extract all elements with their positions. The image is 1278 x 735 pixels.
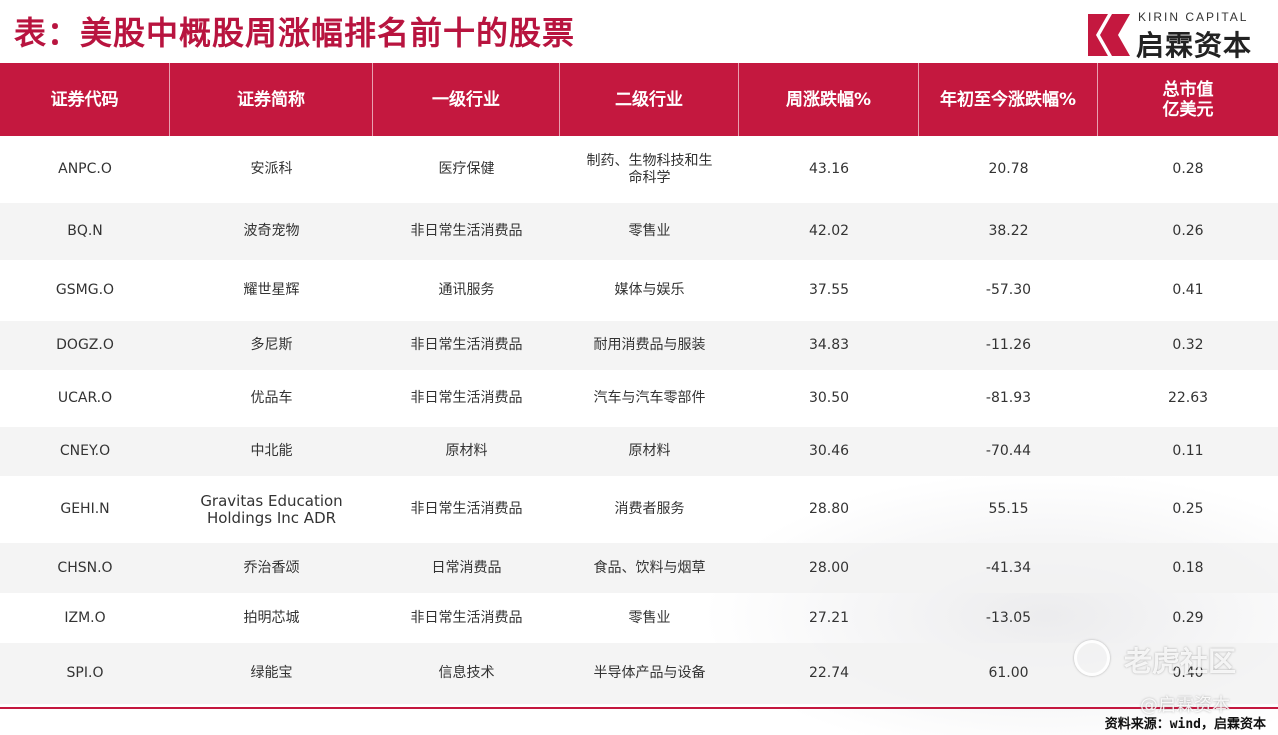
- cell-code: UCAR.O: [57, 390, 113, 406]
- cell-industry-1: 信息技术: [438, 665, 495, 681]
- header-primary-industry: 一级行业: [373, 63, 560, 136]
- cell-industry-1: 非日常生活消费品: [410, 501, 523, 517]
- cell-industry-2: 媒体与娱乐: [614, 282, 685, 298]
- cell-weekly-change: 34.83: [808, 337, 850, 353]
- watermark-main: 老虎社区: [1124, 645, 1237, 678]
- cell-ytd-change: -57.30: [985, 282, 1032, 298]
- cell-weekly-change: 43.16: [808, 161, 850, 177]
- cell-market-cap: 0.28: [1172, 161, 1204, 177]
- stock-ranking-table: 证券代码 证券简称 一级行业 二级行业 周涨跌幅% 年初至今涨跌幅% 总市值 亿…: [0, 63, 1278, 704]
- cell-market-cap: 0.41: [1172, 282, 1204, 298]
- cell-industry-1: 非日常生活消费品: [410, 390, 523, 406]
- cell-weekly-change: 30.46: [808, 443, 850, 459]
- cell-code: GEHI.N: [60, 501, 110, 517]
- cell-name: 绿能宝: [250, 665, 293, 681]
- header-security-name: 证券简称: [170, 63, 373, 136]
- table-row: GSMG.O 耀世星辉 通讯服务 媒体与娱乐 37.55 -57.30 0.41: [0, 260, 1278, 321]
- table-row: UCAR.O 优品车 非日常生活消费品 汽车与汽车零部件 30.50 -81.9…: [0, 370, 1278, 427]
- header-market-cap: 总市值 亿美元: [1098, 63, 1278, 136]
- cell-name: 安派科: [250, 161, 293, 177]
- cell-industry-2: 制药、生物科技和生命科学: [586, 152, 713, 186]
- cell-industry-2: 零售业: [628, 609, 671, 626]
- cell-ytd-change: 20.78: [988, 161, 1029, 177]
- cell-industry-2: 半导体产品与设备: [593, 665, 706, 681]
- cell-ytd-change: 38.22: [988, 223, 1029, 239]
- cell-weekly-change: 28.80: [808, 501, 850, 517]
- cell-market-cap: 0.11: [1172, 443, 1204, 459]
- cell-name: 优品车: [250, 390, 293, 406]
- logo-english-text: KIRIN CAPITAL: [1138, 10, 1249, 24]
- cell-name: 多尼斯: [250, 337, 293, 353]
- cell-code: IZM.O: [64, 609, 106, 626]
- logo-chinese-text: 启霖资本: [1136, 29, 1253, 62]
- page-title: 表：美股中概股周涨幅排名前十的股票: [14, 14, 576, 52]
- cell-name: Gravitas Education Holdings Inc ADR: [200, 491, 343, 527]
- cell-industry-1: 原材料: [445, 443, 488, 459]
- cell-industry-2: 原材料: [628, 443, 671, 459]
- cell-ytd-change: 55.15: [988, 501, 1029, 517]
- cell-weekly-change: 30.50: [808, 390, 850, 406]
- kirin-capital-logo: KIRIN CAPITAL 启霖资本: [1086, 10, 1266, 62]
- cell-weekly-change: 22.74: [808, 665, 850, 681]
- cell-industry-2: 耐用消费品与服装: [593, 337, 706, 353]
- cell-market-cap: 0.32: [1172, 337, 1204, 353]
- cell-ytd-change: -41.34: [985, 559, 1032, 576]
- cell-weekly-change: 42.02: [808, 223, 850, 239]
- table-row: DOGZ.O 多尼斯 非日常生活消费品 耐用消费品与服装 34.83 -11.2…: [0, 321, 1278, 370]
- cell-code: SPI.O: [66, 665, 104, 681]
- kirin-logo-icon: [1088, 14, 1130, 56]
- cell-code: CHSN.O: [57, 559, 113, 576]
- table-row: GEHI.N Gravitas Education Holdings Inc A…: [0, 476, 1278, 543]
- cell-industry-2: 零售业: [628, 223, 671, 239]
- table-row: CHSN.O 乔治香颂 日常消费品 食品、饮料与烟草 28.00 -41.34 …: [0, 543, 1278, 593]
- cell-market-cap: 0.25: [1172, 501, 1204, 517]
- cell-ytd-change: -81.93: [985, 390, 1032, 406]
- cell-name: 耀世星辉: [243, 282, 300, 298]
- cell-code: GSMG.O: [55, 282, 115, 298]
- table-row: ANPC.O 安派科 医疗保健 制药、生物科技和生命科学 43.16 20.78…: [0, 136, 1278, 203]
- header-weekly-change: 周涨跌幅%: [739, 63, 919, 136]
- cell-name: 波奇宠物: [243, 223, 300, 239]
- cell-code: CNEY.O: [59, 443, 111, 459]
- cell-industry-1: 医疗保健: [438, 161, 495, 177]
- cell-industry-2: 汽车与汽车零部件: [593, 390, 706, 406]
- cell-market-cap: 0.29: [1172, 609, 1204, 626]
- table-row: BQ.N 波奇宠物 非日常生活消费品 零售业 42.02 38.22 0.26: [0, 203, 1278, 260]
- table-row: CNEY.O 中北能 原材料 原材料 30.46 -70.44 0.11: [0, 427, 1278, 476]
- cell-ytd-change: -13.05: [985, 609, 1032, 626]
- header-market-cap-label: 总市值 亿美元: [1162, 79, 1214, 120]
- cell-weekly-change: 28.00: [808, 559, 850, 576]
- table-header: 证券代码 证券简称 一级行业 二级行业 周涨跌幅% 年初至今涨跌幅% 总市值 亿…: [0, 63, 1278, 136]
- cell-weekly-change: 27.21: [808, 609, 850, 626]
- cell-market-cap: 22.63: [1167, 390, 1209, 406]
- cell-weekly-change: 37.55: [808, 282, 850, 298]
- cell-name: 中北能: [250, 443, 293, 459]
- cell-ytd-change: -70.44: [985, 443, 1032, 459]
- header-security-code: 证券代码: [0, 63, 170, 136]
- cell-industry-1: 非日常生活消费品: [410, 223, 523, 239]
- cell-industry-1: 通讯服务: [438, 282, 495, 298]
- source-note: 资料来源：wind，启霖资本: [1104, 717, 1266, 732]
- cell-code: DOGZ.O: [56, 337, 114, 353]
- cell-industry-1: 日常消费品: [431, 559, 502, 576]
- cell-code: BQ.N: [67, 223, 103, 239]
- cell-code: ANPC.O: [58, 161, 112, 177]
- cell-ytd-change: 61.00: [988, 665, 1029, 681]
- cell-industry-1: 非日常生活消费品: [410, 337, 523, 353]
- cell-industry-2: 食品、饮料与烟草: [593, 559, 706, 576]
- tiger-community-icon: [1074, 640, 1110, 676]
- cell-industry-2: 消费者服务: [614, 501, 685, 517]
- cell-industry-1: 非日常生活消费品: [410, 609, 523, 626]
- header-ytd-change: 年初至今涨跌幅%: [919, 63, 1098, 136]
- cell-market-cap: 0.26: [1172, 223, 1204, 239]
- cell-ytd-change: -11.26: [985, 337, 1032, 353]
- cell-name: 乔治香颂: [243, 559, 300, 576]
- table-row: IZM.O 拍明芯城 非日常生活消费品 零售业 27.21 -13.05 0.2…: [0, 593, 1278, 643]
- cell-name: 拍明芯城: [243, 609, 300, 626]
- cell-market-cap: 0.18: [1172, 559, 1204, 576]
- header-secondary-industry: 二级行业: [560, 63, 739, 136]
- bottom-divider: [0, 707, 1278, 709]
